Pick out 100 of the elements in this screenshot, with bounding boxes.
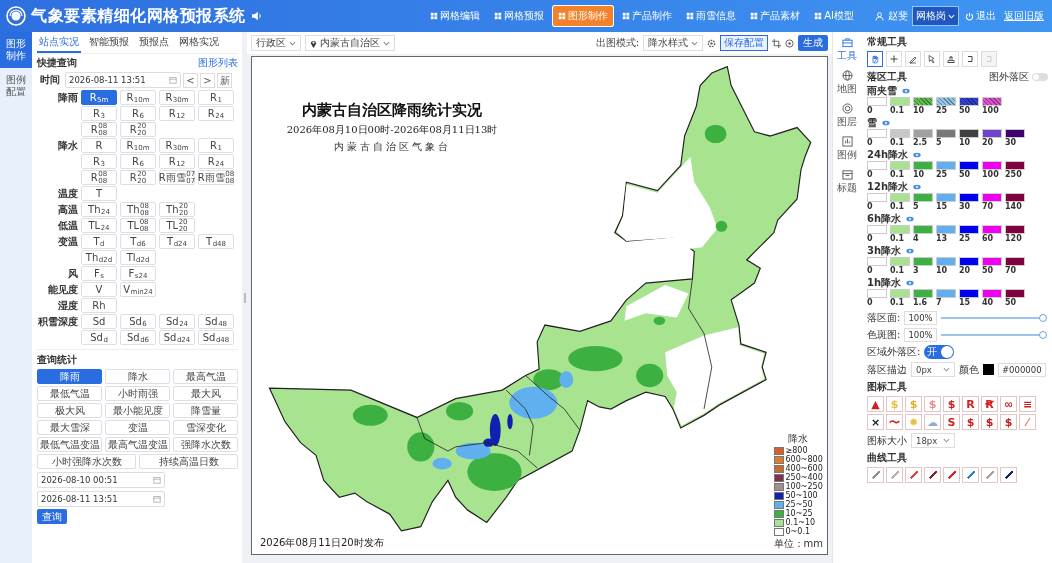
symbol-tool[interactable]: $ (943, 396, 960, 412)
graph-list-link[interactable]: 图形列表 (198, 55, 238, 70)
symbol-tool[interactable]: R (962, 396, 979, 412)
nav-tab[interactable]: 产品制作 (616, 5, 679, 27)
variable-button[interactable]: R (81, 138, 117, 153)
color-swatch[interactable] (890, 129, 910, 138)
stat-button[interactable]: 最大风 (173, 386, 238, 401)
color-swatch[interactable] (959, 225, 979, 234)
pen-tool[interactable] (905, 51, 921, 67)
rail-item[interactable]: 图例配置 (0, 68, 32, 104)
rail-item[interactable]: 图层 (833, 98, 861, 131)
color-swatch[interactable] (913, 289, 933, 298)
color-swatch[interactable] (867, 161, 887, 170)
stat-button[interactable]: 降雪量 (173, 403, 238, 418)
color-swatch[interactable] (1005, 289, 1025, 298)
stat-button[interactable]: 极大风 (37, 403, 102, 418)
color-swatch[interactable] (982, 129, 1002, 138)
rail-item[interactable]: 标题 (833, 164, 861, 197)
color-swatch[interactable] (867, 257, 887, 266)
save-config-button[interactable]: 保存配置 (720, 35, 768, 51)
plus-tool[interactable] (886, 51, 902, 67)
stat-button[interactable]: 小时强降水次数 (37, 454, 136, 469)
stroke-dropdown[interactable]: 0px (911, 362, 955, 377)
color-swatch[interactable] (982, 289, 1002, 298)
target-icon[interactable] (785, 38, 794, 48)
color-swatch[interactable] (890, 193, 910, 202)
stat-button[interactable]: 持续高温日数 (139, 454, 238, 469)
color-swatch[interactable] (890, 161, 910, 170)
color-swatch[interactable] (959, 97, 979, 106)
color-swatch[interactable] (982, 193, 1002, 202)
role-dropdown[interactable]: 网格岗 (912, 6, 959, 26)
toggle-switch[interactable] (1032, 73, 1048, 81)
color-swatch[interactable] (936, 161, 956, 170)
color-swatch[interactable] (936, 193, 956, 202)
stat-button[interactable]: 最低气温变温 (37, 437, 102, 452)
eye-icon[interactable] (906, 280, 915, 286)
color-swatch[interactable] (959, 193, 979, 202)
crop-icon[interactable] (772, 38, 781, 48)
bracket-tool[interactable] (962, 51, 978, 67)
color-swatch[interactable] (936, 129, 956, 138)
mode-dropdown[interactable]: 降水样式 (643, 35, 703, 51)
eye-icon[interactable] (906, 216, 915, 222)
rail-item[interactable]: 工具 (833, 32, 861, 65)
color-swatch[interactable] (867, 129, 887, 138)
color-swatch[interactable] (1005, 193, 1025, 202)
color-swatch[interactable] (1005, 129, 1025, 138)
symbol-tool[interactable]: × (867, 414, 884, 430)
color-swatch[interactable] (913, 129, 933, 138)
stat-button[interactable]: 变温 (105, 420, 170, 435)
gear-icon[interactable] (707, 38, 716, 48)
color-swatch[interactable] (913, 161, 933, 170)
color-swatch[interactable] (936, 97, 956, 106)
color-swatch[interactable] (867, 193, 887, 202)
nav-tab[interactable]: 网格编辑 (424, 5, 487, 27)
spot-value-field[interactable]: 100% (904, 328, 937, 342)
rail-item[interactable]: 图形制作 (0, 32, 32, 68)
color-picker[interactable] (983, 364, 994, 375)
color-swatch[interactable] (867, 97, 887, 106)
speaker-icon[interactable] (250, 11, 263, 21)
query-button[interactable]: 查询 (37, 509, 67, 524)
stat-button[interactable]: 最高气温 (173, 369, 238, 384)
symbol-tool[interactable]: Ꞧ (981, 396, 998, 412)
eye-icon[interactable] (882, 120, 890, 126)
color-swatch[interactable] (959, 161, 979, 170)
stat-button[interactable]: 强降水次数 (173, 437, 238, 452)
pointer-tool[interactable] (924, 51, 940, 67)
color-swatch[interactable] (867, 289, 887, 298)
symbol-tool[interactable]: $ (981, 414, 998, 430)
symbol-tool[interactable]: ≡ (1019, 396, 1036, 412)
region-dropdown[interactable]: 内蒙古自治区 (305, 35, 395, 51)
color-swatch[interactable] (1005, 257, 1025, 266)
stat-button[interactable]: 最大雪深 (37, 420, 102, 435)
rail-item[interactable]: 图例 (833, 131, 861, 164)
region-type-dropdown[interactable]: 行政区 (251, 35, 301, 51)
color-swatch[interactable] (913, 225, 933, 234)
nav-tab[interactable]: 雨雪信息 (680, 5, 743, 27)
stat-button[interactable]: 最高气温变温 (105, 437, 170, 452)
color-swatch[interactable] (913, 193, 933, 202)
color-swatch[interactable] (936, 257, 956, 266)
stat-button[interactable]: 降雨 (37, 369, 102, 384)
toggle-switch[interactable]: 开 (924, 345, 955, 359)
color-swatch[interactable] (959, 257, 979, 266)
symbol-tool[interactable]: ▲ (867, 396, 884, 412)
symbol-tool[interactable]: $ (962, 414, 979, 430)
next-button[interactable]: > (200, 72, 215, 88)
color-value-field[interactable]: #000000 (998, 362, 1046, 377)
color-swatch[interactable] (913, 97, 933, 106)
collapse-handle[interactable] (243, 292, 246, 303)
color-swatch[interactable] (936, 289, 956, 298)
symbol-tool[interactable]: S (943, 414, 960, 430)
generate-button[interactable]: 生成 (798, 35, 828, 51)
color-swatch[interactable] (982, 257, 1002, 266)
variable-button[interactable]: V (81, 282, 117, 297)
icon-size-dropdown[interactable]: 18px (911, 433, 955, 448)
stat-button[interactable]: 小时雨强 (105, 386, 170, 401)
color-swatch[interactable] (982, 161, 1002, 170)
eye-icon[interactable] (906, 248, 915, 254)
symbol-tool[interactable]: 〜 (886, 414, 903, 430)
color-swatch[interactable] (982, 225, 1002, 234)
fill-value-field[interactable]: 100% (904, 311, 937, 325)
